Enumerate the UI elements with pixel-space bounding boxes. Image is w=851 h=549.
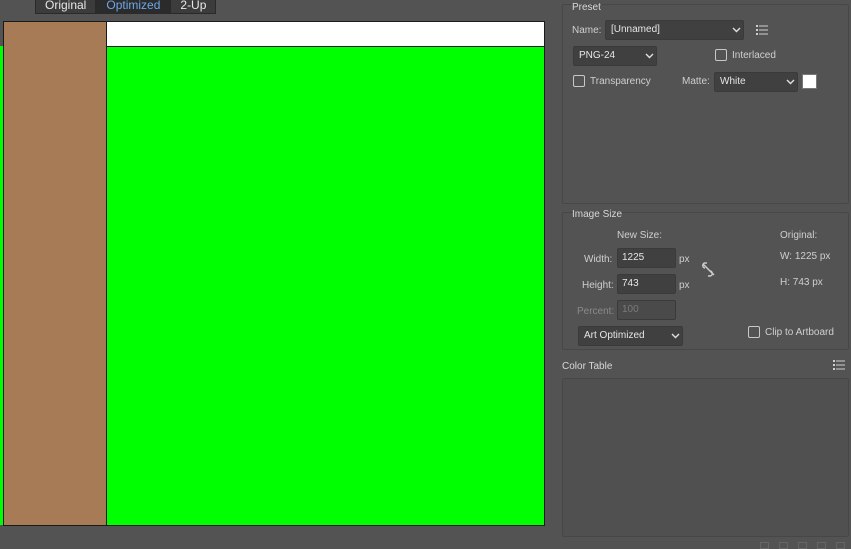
name-label: Name: — [572, 25, 602, 36]
transparency-checkbox[interactable] — [573, 75, 585, 87]
preset-name-value: [Unnamed] — [611, 24, 660, 35]
map-icon[interactable] — [760, 542, 769, 549]
matte-dropdown[interactable]: White — [714, 72, 798, 92]
matte-value: White — [720, 76, 746, 87]
green-left-edge — [0, 46, 3, 525]
width-input[interactable]: 1225 — [617, 248, 676, 268]
tab-2-up[interactable]: 2-Up — [170, 0, 217, 14]
lock-icon[interactable] — [779, 542, 788, 549]
orig-width-value: W: 1225 px — [780, 251, 831, 262]
green-artwork-block — [107, 46, 544, 525]
preset-title: Preset — [572, 2, 601, 13]
width-unit: px — [679, 254, 690, 265]
original-label: Original: — [780, 230, 818, 241]
chevron-down-icon — [642, 53, 656, 59]
web-snap-icon[interactable] — [798, 542, 807, 549]
clip-to-artboard-checkbox[interactable] — [748, 326, 760, 338]
trash-icon[interactable] — [836, 542, 845, 549]
color-table-title: Color Table — [562, 361, 613, 372]
orig-height-value: H: 743 px — [780, 277, 823, 288]
height-input[interactable]: 743 — [617, 274, 676, 294]
interlaced-checkbox[interactable] — [715, 49, 727, 61]
view-tabs: Original Optimized 2-Up — [35, 0, 217, 14]
color-table-area — [562, 378, 849, 537]
new-size-label: New Size: — [617, 230, 663, 241]
chevron-down-icon — [668, 333, 682, 339]
width-label: Width: — [584, 254, 613, 265]
interlaced-label: Interlaced — [732, 50, 776, 61]
format-value: PNG-24 — [579, 50, 616, 61]
percent-input: 100 — [617, 300, 676, 320]
matte-color-swatch[interactable] — [802, 74, 817, 89]
image-size-title: Image Size — [572, 209, 623, 220]
unlink-icon[interactable] — [701, 261, 716, 278]
preset-menu-icon[interactable] — [756, 25, 768, 35]
percent-label: Percent: — [577, 306, 615, 317]
quality-dropdown[interactable]: Art Optimized — [578, 326, 683, 346]
height-unit: px — [679, 280, 690, 291]
height-label: Height: — [582, 280, 614, 291]
matte-label: Matte: — [682, 76, 710, 87]
tab-original[interactable]: Original — [35, 0, 97, 14]
brown-artwork-column — [4, 22, 107, 525]
chevron-down-icon — [729, 27, 743, 33]
new-color-icon[interactable] — [817, 542, 826, 549]
chevron-down-icon — [783, 79, 797, 85]
preset-name-dropdown[interactable]: [Unnamed] — [605, 20, 744, 40]
tab-optimized[interactable]: Optimized — [96, 0, 171, 14]
quality-value: Art Optimized — [584, 330, 645, 341]
color-table-toolbar — [760, 542, 850, 549]
clip-to-artboard-label: Clip to Artboard — [765, 327, 834, 338]
color-table-menu-icon[interactable] — [833, 360, 845, 370]
transparency-label: Transparency — [590, 76, 651, 87]
format-dropdown[interactable]: PNG-24 — [573, 46, 657, 66]
